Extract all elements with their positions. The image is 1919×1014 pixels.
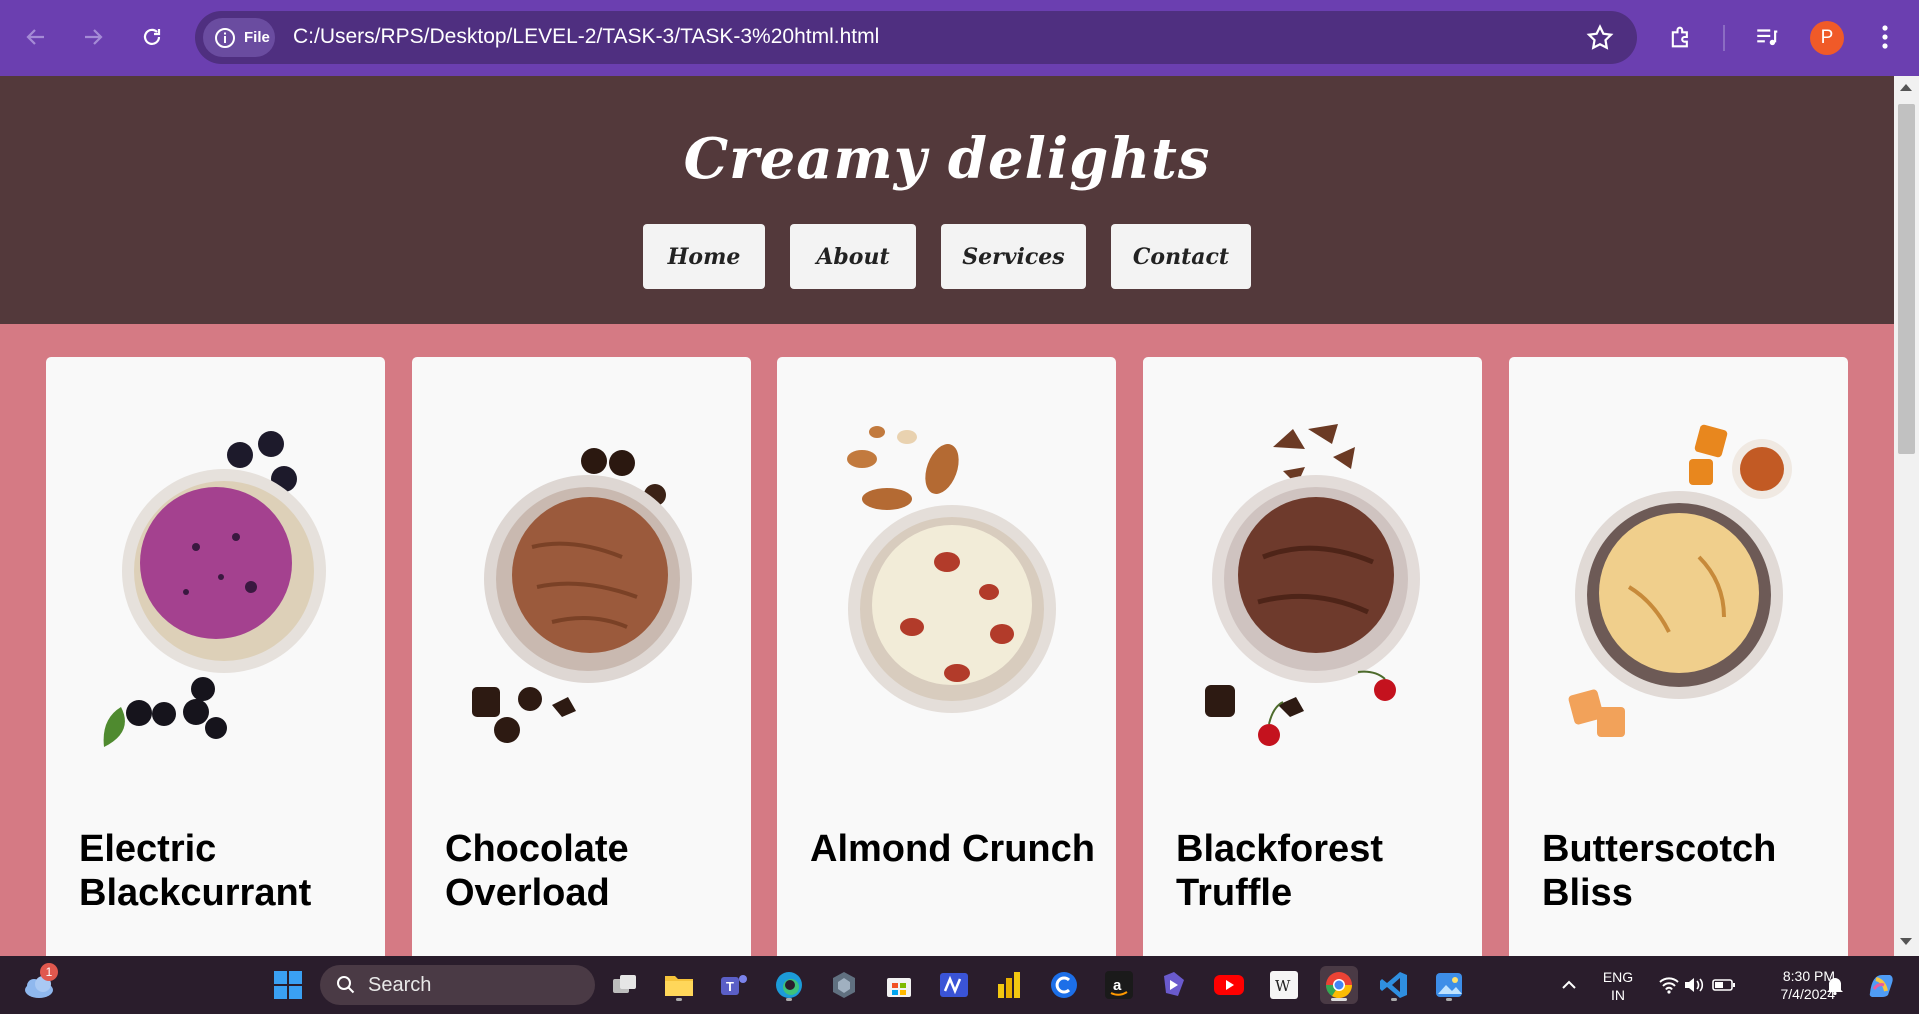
file-explorer-icon[interactable] bbox=[660, 966, 698, 1004]
search-icon bbox=[337, 976, 355, 994]
ice-cream-bowl-image bbox=[472, 448, 692, 743]
ice-cream-bowl-image bbox=[1205, 424, 1420, 746]
ice-cream-bowl-image bbox=[847, 426, 1056, 713]
svg-text:a: a bbox=[1113, 977, 1122, 994]
search-label: Search bbox=[368, 973, 432, 996]
card-title: Electric Blackcurrant bbox=[79, 828, 312, 914]
edge-icon[interactable] bbox=[770, 966, 808, 1004]
app-hexagon-icon[interactable] bbox=[825, 966, 863, 1004]
weather-badge: 1 bbox=[40, 963, 58, 981]
task-view-icon[interactable] bbox=[606, 966, 644, 1004]
card-title: Butterscotch Bliss bbox=[1542, 828, 1777, 914]
site-title: Creamy delights bbox=[683, 126, 1211, 192]
scroll-down-icon[interactable] bbox=[1900, 938, 1912, 945]
nav-contact[interactable]: Contact bbox=[1111, 224, 1251, 289]
vscode-icon[interactable] bbox=[1375, 966, 1413, 1004]
product-card[interactable]: Butterscotch Bliss bbox=[1509, 357, 1848, 956]
media-control-icon[interactable] bbox=[1750, 20, 1784, 54]
reload-icon bbox=[143, 28, 161, 45]
microsoft-store-icon[interactable] bbox=[880, 966, 918, 1004]
address-bar[interactable]: File C:/Users/RPS/Desktop/LEVEL-2/TASK-3… bbox=[195, 11, 1637, 64]
extensions-icon[interactable] bbox=[1664, 20, 1698, 54]
card-title: Chocolate Overload bbox=[445, 828, 629, 914]
teams-icon[interactable]: T bbox=[715, 966, 753, 1004]
forward-arrow-icon bbox=[85, 29, 103, 45]
info-icon bbox=[215, 27, 235, 48]
battery-icon[interactable] bbox=[1705, 966, 1743, 1004]
app-c-icon[interactable] bbox=[1045, 966, 1083, 1004]
back-arrow-icon bbox=[26, 29, 44, 45]
windows-logo-icon bbox=[274, 971, 302, 999]
nav-about[interactable]: About bbox=[790, 224, 916, 289]
nav-home[interactable]: Home bbox=[643, 224, 765, 289]
scroll-thumb[interactable] bbox=[1898, 104, 1915, 454]
profile-avatar[interactable]: P bbox=[1810, 21, 1844, 55]
back-button[interactable] bbox=[17, 18, 55, 56]
reload-button[interactable] bbox=[133, 18, 171, 56]
amazon-icon[interactable]: a bbox=[1100, 966, 1138, 1004]
menu-kebab-icon[interactable] bbox=[1868, 20, 1902, 54]
product-card[interactable]: Electric Blackcurrant bbox=[46, 357, 385, 956]
region-code: IN bbox=[1611, 987, 1625, 1003]
ice-cream-bowl-image bbox=[1568, 424, 1792, 737]
chevron-up-icon[interactable] bbox=[1550, 966, 1588, 1004]
svg-text:W: W bbox=[1275, 977, 1291, 995]
start-button[interactable] bbox=[269, 966, 307, 1004]
vertical-scrollbar[interactable] bbox=[1894, 76, 1919, 956]
language-indicator[interactable]: ENG IN bbox=[1598, 968, 1638, 1004]
ice-cream-bowl-image bbox=[103, 431, 326, 747]
taskbar-search[interactable]: Search bbox=[320, 965, 595, 1005]
notification-bell-icon[interactable] bbox=[1816, 966, 1854, 1004]
browser-toolbar: File C:/Users/RPS/Desktop/LEVEL-2/TASK-3… bbox=[0, 0, 1919, 76]
copilot-icon[interactable] bbox=[1862, 966, 1900, 1004]
wikipedia-icon[interactable]: W bbox=[1265, 966, 1303, 1004]
youtube-icon[interactable] bbox=[1210, 966, 1248, 1004]
url-text[interactable]: C:/Users/RPS/Desktop/LEVEL-2/TASK-3/TASK… bbox=[293, 25, 879, 49]
chrome-icon[interactable] bbox=[1320, 966, 1358, 1004]
card-title: Blackforest Truffle bbox=[1176, 828, 1383, 914]
card-title: Almond Crunch bbox=[810, 828, 1095, 870]
page-viewport: Creamy delights Home About Services Cont… bbox=[0, 76, 1894, 956]
power-bi-icon[interactable] bbox=[990, 966, 1028, 1004]
site-header: Creamy delights Home About Services Cont… bbox=[0, 76, 1894, 324]
language-code: ENG bbox=[1602, 969, 1634, 985]
site-info-chip[interactable]: File bbox=[203, 18, 275, 57]
site-chip-label: File bbox=[244, 29, 270, 46]
product-card[interactable]: Almond Crunch bbox=[777, 357, 1116, 956]
toolbar-separator bbox=[1723, 25, 1725, 51]
scroll-up-icon[interactable] bbox=[1900, 84, 1912, 91]
app-m-icon[interactable] bbox=[935, 966, 973, 1004]
forward-button[interactable] bbox=[74, 18, 112, 56]
nav-services[interactable]: Services bbox=[941, 224, 1086, 289]
bookmark-star-icon[interactable] bbox=[1585, 23, 1615, 53]
weather-widget[interactable]: 1 bbox=[20, 963, 58, 1004]
windows-taskbar: 1 Search T a W ENG IN 8:30 PM 7/4/2024 bbox=[0, 956, 1919, 1014]
svg-text:T: T bbox=[726, 979, 734, 994]
photos-icon[interactable] bbox=[1430, 966, 1468, 1004]
copilot-app-icon[interactable] bbox=[1155, 966, 1193, 1004]
product-card[interactable]: Blackforest Truffle bbox=[1143, 357, 1482, 956]
product-card[interactable]: Chocolate Overload bbox=[412, 357, 751, 956]
